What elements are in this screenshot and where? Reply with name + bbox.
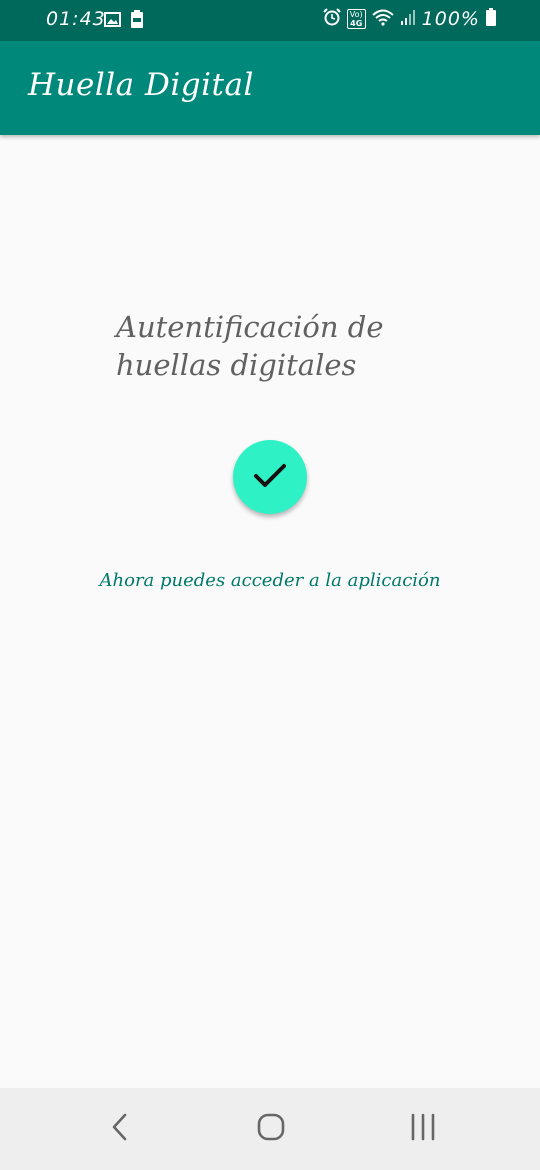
battery-percent: 100% <box>421 8 480 30</box>
app-bar: Huella Digital <box>0 41 540 135</box>
home-button[interactable] <box>246 1106 296 1152</box>
navigation-bar <box>0 1088 540 1170</box>
page-heading: Autentificación de huellas digitales <box>116 310 384 382</box>
recents-button[interactable] <box>398 1106 448 1152</box>
screen: 01:43 Vo) 4G 100% Huella Digital Autenti… <box>0 0 540 1170</box>
volte-label-top: Vo) <box>349 10 363 19</box>
battery-saver-icon <box>131 10 143 32</box>
status-bar: 01:43 Vo) 4G 100% <box>0 0 540 41</box>
recents-icon <box>409 1113 437 1145</box>
check-icon <box>250 455 290 499</box>
status-left-icons <box>104 10 143 32</box>
status-time: 01:43 <box>46 8 106 30</box>
back-button[interactable] <box>95 1106 145 1152</box>
confirm-fab[interactable] <box>233 440 307 514</box>
volte-icon: Vo) 4G <box>346 9 366 29</box>
status-right: Vo) 4G 100% <box>323 8 496 30</box>
volte-label-bottom: 4G <box>350 19 363 28</box>
back-icon <box>110 1112 130 1146</box>
image-icon <box>104 11 121 31</box>
signal-icon <box>400 9 416 29</box>
battery-icon <box>486 8 496 30</box>
alarm-icon <box>323 8 341 30</box>
app-title: Huella Digital <box>28 67 254 103</box>
success-message: Ahora puedes acceder a la aplicación <box>99 570 441 591</box>
home-icon <box>256 1112 286 1146</box>
wifi-icon <box>372 8 394 30</box>
